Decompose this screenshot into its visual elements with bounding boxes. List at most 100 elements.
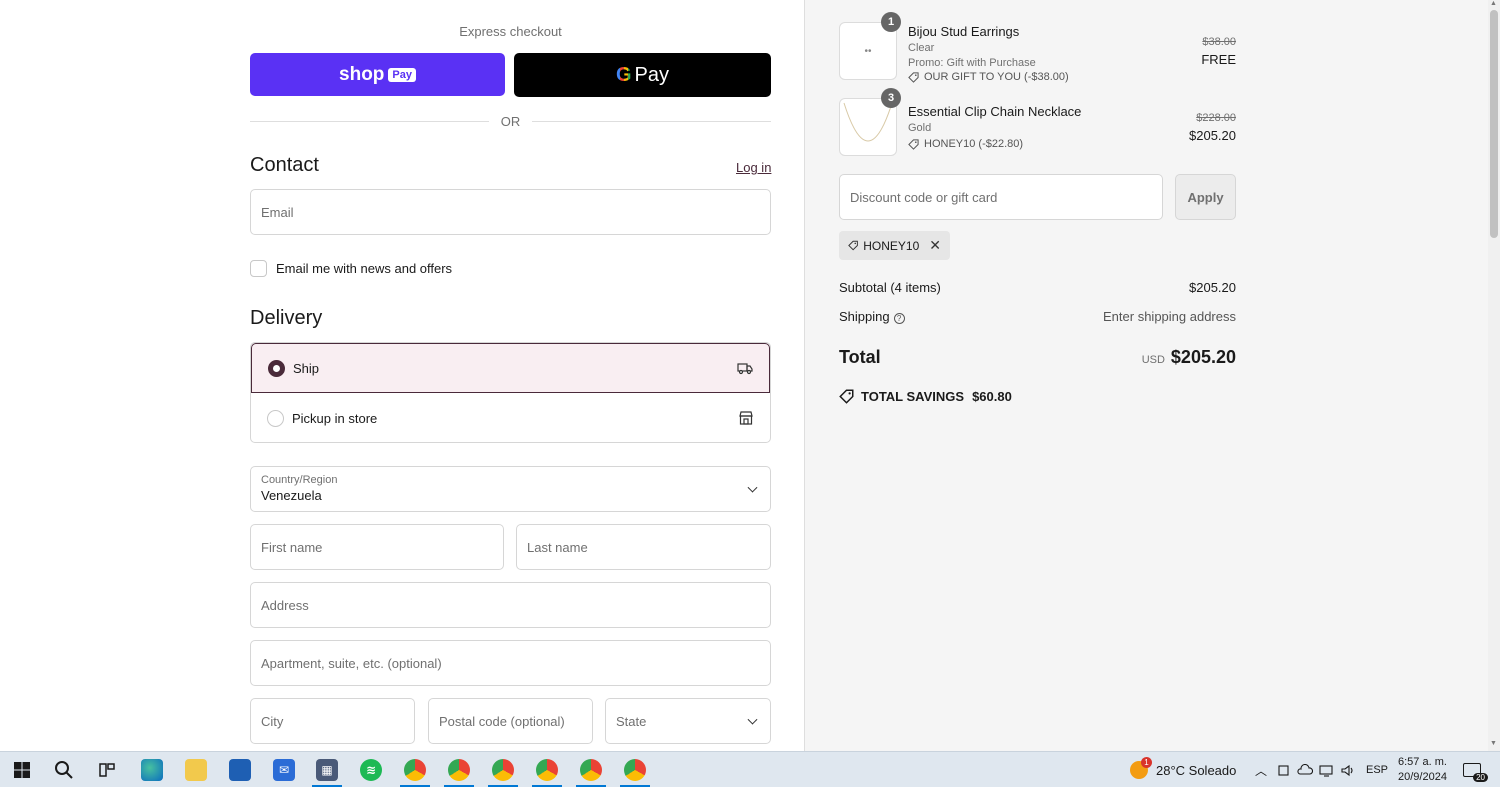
email-input[interactable] bbox=[261, 204, 760, 220]
applied-discount-chip: HONEY10 ✕ bbox=[839, 231, 950, 260]
country-select[interactable]: Country/Region Venezuela bbox=[250, 466, 771, 512]
chevron-down-icon bbox=[747, 714, 758, 725]
scroll-down-arrow-icon[interactable]: ▼ bbox=[1490, 740, 1497, 747]
product-promo: Promo: Gift with Purchase bbox=[908, 57, 1036, 69]
cart-item: •• 1 Bijou Stud Earrings Clear Promo: Gi… bbox=[839, 12, 1236, 83]
network-icon[interactable] bbox=[1319, 752, 1334, 787]
delivery-method-group: Ship Pickup in store bbox=[250, 342, 771, 443]
ship-radio[interactable] bbox=[268, 359, 285, 377]
cart-item: 3 Essential Clip Chain Necklace Gold HON… bbox=[839, 88, 1236, 156]
newsletter-option[interactable]: Email me with news and offers bbox=[250, 260, 452, 277]
notification-count: 20 bbox=[1473, 773, 1488, 782]
item-discount: OUR GIFT TO YOU (-$38.00) bbox=[908, 71, 1069, 83]
last-name-field[interactable] bbox=[516, 524, 771, 570]
newsletter-label: Email me with news and offers bbox=[276, 261, 453, 276]
windows-taskbar: ✉ ▦ ≋ 1 28°C Soleado ︿ ESP 6:57 a. m. 20… bbox=[0, 751, 1500, 787]
shipping-row: Shipping? Enter shipping address bbox=[839, 309, 1236, 324]
shop-pay-chip: Pay bbox=[388, 67, 416, 82]
apply-button[interactable]: Apply bbox=[1175, 174, 1236, 220]
ship-label: Ship bbox=[293, 360, 320, 376]
chrome-icon[interactable] bbox=[536, 759, 558, 781]
or-label: OR bbox=[500, 113, 521, 129]
file-explorer-icon[interactable] bbox=[185, 759, 207, 781]
savings-label: TOTAL SAVINGS bbox=[861, 389, 965, 404]
log-in-link[interactable]: Log in bbox=[736, 160, 771, 175]
item-discount-text: HONEY10 (-$22.80) bbox=[924, 138, 1024, 150]
state-placeholder: State bbox=[616, 713, 647, 729]
page-scrollbar[interactable]: ▲ ▼ bbox=[1488, 0, 1500, 751]
windows-start-icon[interactable] bbox=[11, 759, 33, 781]
savings-value: $60.80 bbox=[972, 389, 1012, 404]
shipping-value: Enter shipping address bbox=[1103, 309, 1236, 324]
help-icon[interactable]: ? bbox=[893, 313, 905, 324]
mail-icon[interactable]: ✉ bbox=[273, 759, 295, 781]
discount-code-input[interactable] bbox=[850, 189, 1152, 205]
chrome-icon[interactable] bbox=[624, 759, 646, 781]
total-label: Total bbox=[839, 347, 881, 367]
postal-code-field[interactable] bbox=[428, 698, 593, 744]
total-row: Total USD $205.20 bbox=[839, 347, 1236, 368]
weather-badge: 1 bbox=[1141, 757, 1152, 768]
shipping-label: Shipping bbox=[839, 309, 890, 324]
remove-discount-icon[interactable]: ✕ bbox=[929, 237, 941, 254]
product-name: Essential Clip Chain Necklace bbox=[908, 104, 1082, 119]
state-select[interactable]: State bbox=[605, 698, 771, 744]
chevron-up-icon[interactable]: ︿ bbox=[1255, 752, 1267, 787]
chrome-icon[interactable] bbox=[448, 759, 470, 781]
calculator-icon[interactable]: ▦ bbox=[316, 759, 338, 781]
edge-browser-icon[interactable] bbox=[141, 759, 163, 781]
date: 20/9/2024 bbox=[1398, 771, 1447, 783]
tag-icon bbox=[848, 240, 858, 251]
store-icon bbox=[739, 411, 753, 425]
subtotal-row: Subtotal (4 items) $205.20 bbox=[839, 280, 1236, 295]
total-currency: USD bbox=[1141, 354, 1165, 366]
scroll-up-arrow-icon[interactable]: ▲ bbox=[1490, 0, 1497, 7]
truck-icon bbox=[737, 363, 753, 375]
address-input[interactable] bbox=[261, 597, 760, 613]
city-field[interactable] bbox=[250, 698, 415, 744]
first-name-input[interactable] bbox=[261, 539, 493, 555]
last-name-input[interactable] bbox=[527, 539, 760, 555]
pickup-label: Pickup in store bbox=[292, 410, 378, 426]
contact-heading: Contact bbox=[250, 154, 319, 176]
newsletter-checkbox[interactable] bbox=[250, 260, 267, 277]
search-icon[interactable] bbox=[53, 759, 75, 781]
city-input[interactable] bbox=[261, 713, 404, 729]
tag-icon bbox=[908, 71, 919, 83]
address-field[interactable] bbox=[250, 582, 771, 628]
task-view-icon[interactable] bbox=[96, 759, 118, 781]
apartment-field[interactable] bbox=[250, 640, 771, 686]
apartment-input[interactable] bbox=[261, 655, 760, 671]
weather-text: 28°C Soleado bbox=[1156, 762, 1237, 778]
shop-pay-button[interactable]: shop Pay bbox=[250, 53, 505, 96]
applied-code: HONEY10 bbox=[863, 238, 920, 253]
google-pay-button[interactable]: G Pay bbox=[514, 53, 771, 97]
country-label: Country/Region bbox=[261, 474, 338, 486]
language-indicator[interactable]: ESP bbox=[1366, 752, 1388, 787]
weather-widget[interactable]: 1 28°C Soleado bbox=[1130, 752, 1236, 787]
chrome-icon[interactable] bbox=[404, 759, 426, 781]
pickup-option[interactable]: Pickup in store bbox=[251, 393, 770, 442]
product-name: Bijou Stud Earrings bbox=[908, 24, 1020, 39]
microsoft-store-icon[interactable] bbox=[229, 759, 251, 781]
spotify-icon[interactable]: ≋ bbox=[360, 759, 382, 781]
chrome-icon[interactable] bbox=[492, 759, 514, 781]
google-g-icon: G bbox=[615, 63, 632, 86]
final-price: FREE bbox=[1201, 52, 1236, 67]
ship-option[interactable]: Ship bbox=[251, 343, 770, 393]
volume-icon[interactable] bbox=[1340, 752, 1356, 787]
pickup-radio[interactable] bbox=[267, 409, 284, 427]
first-name-field[interactable] bbox=[250, 524, 504, 570]
scrollbar-thumb[interactable] bbox=[1490, 10, 1498, 238]
tag-icon bbox=[839, 389, 854, 404]
email-field[interactable] bbox=[250, 189, 771, 235]
clock[interactable]: 6:57 a. m. 20/9/2024 bbox=[1398, 755, 1447, 785]
country-value: Venezuela bbox=[261, 488, 322, 503]
meet-now-icon[interactable] bbox=[1278, 752, 1291, 787]
onedrive-cloud-icon[interactable] bbox=[1297, 752, 1313, 787]
postal-code-input[interactable] bbox=[439, 713, 582, 729]
express-checkout-title: Express checkout bbox=[459, 24, 562, 39]
discount-code-field[interactable] bbox=[839, 174, 1163, 220]
chrome-icon[interactable] bbox=[580, 759, 602, 781]
notification-center-icon[interactable]: 20 bbox=[1463, 752, 1488, 787]
